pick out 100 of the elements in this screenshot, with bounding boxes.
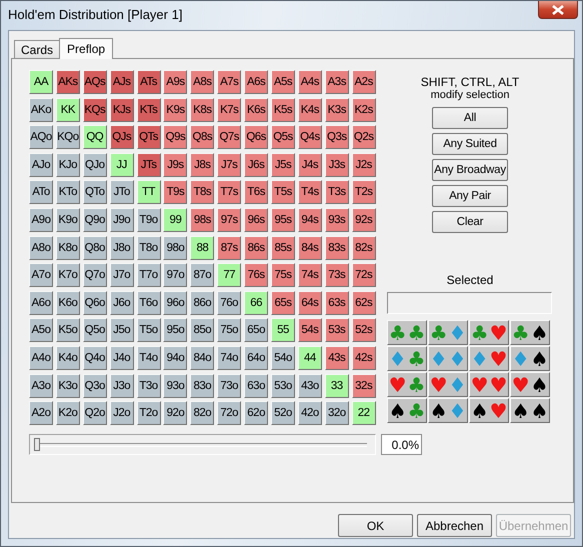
- hand-cell[interactable]: J6o: [110, 290, 134, 315]
- hand-cell[interactable]: 96o: [163, 290, 188, 315]
- hand-cell[interactable]: KK: [56, 98, 80, 122]
- hand-cell[interactable]: T8s: [190, 180, 214, 204]
- hand-cell[interactable]: 33: [324, 374, 349, 398]
- hand-cell[interactable]: 43o: [298, 374, 322, 398]
- hand-cell[interactable]: A9s: [163, 70, 188, 94]
- hand-cell[interactable]: J8o: [110, 236, 134, 260]
- hand-cell[interactable]: KJo: [56, 152, 80, 177]
- hand-cell[interactable]: T4s: [298, 180, 322, 204]
- hand-cell[interactable]: 83s: [324, 236, 349, 260]
- hand-cell[interactable]: 93o: [163, 374, 188, 398]
- hand-cell[interactable]: K3s: [324, 98, 349, 122]
- hand-cell[interactable]: 62s: [352, 290, 376, 315]
- hand-cell[interactable]: A3s: [324, 70, 349, 94]
- hand-cell[interactable]: Q2s: [352, 125, 376, 150]
- hand-cell[interactable]: 63o: [244, 374, 268, 398]
- hand-cell[interactable]: Q4o: [82, 346, 107, 370]
- hand-cell[interactable]: J3o: [110, 374, 134, 398]
- hand-cell[interactable]: 76o: [217, 290, 242, 315]
- tab[interactable]: Preflop: [59, 38, 114, 59]
- hand-cell[interactable]: 72s: [352, 263, 376, 288]
- hand-cell[interactable]: K7s: [217, 98, 242, 122]
- hand-cell[interactable]: J5s: [271, 152, 296, 177]
- hand-cell[interactable]: 97o: [163, 263, 188, 288]
- hand-cell[interactable]: 66: [244, 290, 268, 315]
- selection-button[interactable]: All: [432, 107, 508, 129]
- hand-cell[interactable]: 86s: [244, 236, 268, 260]
- hand-cell[interactable]: K5o: [56, 318, 80, 342]
- hand-cell[interactable]: KQs: [82, 98, 107, 122]
- hand-cell[interactable]: Q4s: [298, 125, 322, 150]
- hand-cell[interactable]: 54s: [298, 318, 322, 342]
- hand-cell[interactable]: T2o: [136, 401, 161, 426]
- hand-cell[interactable]: J4s: [298, 152, 322, 177]
- hand-cell[interactable]: 87o: [190, 263, 214, 288]
- hand-cell[interactable]: ATs: [136, 70, 161, 94]
- suit-combo-button[interactable]: ♠♥: [469, 398, 509, 423]
- hand-cell[interactable]: JJ: [110, 152, 134, 177]
- hand-cell[interactable]: 82o: [190, 401, 214, 426]
- hand-cell[interactable]: K5s: [271, 98, 296, 122]
- hand-cell[interactable]: K2s: [352, 98, 376, 122]
- hand-cell[interactable]: A9o: [29, 208, 53, 232]
- hand-cell[interactable]: 72o: [217, 401, 242, 426]
- hand-cell[interactable]: K9o: [56, 208, 80, 232]
- hand-cell[interactable]: Q3o: [82, 374, 107, 398]
- hand-cell[interactable]: QTs: [136, 125, 161, 150]
- hand-cell[interactable]: A7s: [217, 70, 242, 94]
- hand-cell[interactable]: A3o: [29, 374, 53, 398]
- hand-cell[interactable]: J2s: [352, 152, 376, 177]
- hand-cell[interactable]: 52o: [271, 401, 296, 426]
- hand-cell[interactable]: 83o: [190, 374, 214, 398]
- hand-cell[interactable]: 99: [163, 208, 188, 232]
- selection-button[interactable]: Any Broadway: [432, 159, 508, 181]
- hand-cell[interactable]: 53s: [324, 318, 349, 342]
- hand-cell[interactable]: A8s: [190, 70, 214, 94]
- hand-cell[interactable]: T2s: [352, 180, 376, 204]
- hand-cell[interactable]: Q7s: [217, 125, 242, 150]
- hand-cell[interactable]: A4o: [29, 346, 53, 370]
- hand-cell[interactable]: 42o: [298, 401, 322, 426]
- hand-cell[interactable]: T3s: [324, 180, 349, 204]
- hand-cell[interactable]: Q5o: [82, 318, 107, 342]
- hand-cell[interactable]: 42s: [352, 346, 376, 370]
- slider-thumb[interactable]: [34, 438, 40, 452]
- hand-cell[interactable]: A5s: [271, 70, 296, 94]
- hand-cell[interactable]: AA: [29, 70, 53, 94]
- hand-cell[interactable]: Q6o: [82, 290, 107, 315]
- range-slider[interactable]: [29, 434, 376, 456]
- hand-cell[interactable]: 93s: [324, 208, 349, 232]
- hand-cell[interactable]: 84s: [298, 236, 322, 260]
- hand-cell[interactable]: JTo: [110, 180, 134, 204]
- hand-cell[interactable]: 95o: [163, 318, 188, 342]
- hand-cell[interactable]: J4o: [110, 346, 134, 370]
- hand-cell[interactable]: A2s: [352, 70, 376, 94]
- hand-cell[interactable]: T5s: [271, 180, 296, 204]
- hand-cell[interactable]: Q3s: [324, 125, 349, 150]
- hand-cell[interactable]: A4s: [298, 70, 322, 94]
- hand-cell[interactable]: 64s: [298, 290, 322, 315]
- hand-cell[interactable]: 94s: [298, 208, 322, 232]
- hand-cell[interactable]: AJo: [29, 152, 53, 177]
- hand-cell[interactable]: J8s: [190, 152, 214, 177]
- hand-cell[interactable]: J2o: [110, 401, 134, 426]
- hand-cell[interactable]: T5o: [136, 318, 161, 342]
- close-button[interactable]: [538, 1, 578, 19]
- hand-cell[interactable]: K3o: [56, 374, 80, 398]
- hand-cell[interactable]: 98s: [190, 208, 214, 232]
- hand-cell[interactable]: 53o: [271, 374, 296, 398]
- hand-cell[interactable]: KQo: [56, 125, 80, 150]
- hand-cell[interactable]: 88: [190, 236, 214, 260]
- selected-field[interactable]: [387, 292, 552, 314]
- hand-cell[interactable]: 73s: [324, 263, 349, 288]
- hand-cell[interactable]: AKo: [29, 98, 53, 122]
- dialog-button[interactable]: Abbrechen: [417, 514, 492, 537]
- hand-cell[interactable]: T6o: [136, 290, 161, 315]
- percent-field[interactable]: 0.0%: [381, 434, 422, 456]
- hand-cell[interactable]: 55: [271, 318, 296, 342]
- hand-cell[interactable]: Q8o: [82, 236, 107, 260]
- hand-cell[interactable]: 92o: [163, 401, 188, 426]
- hand-cell[interactable]: A6o: [29, 290, 53, 315]
- dialog-button[interactable]: OK: [338, 514, 413, 537]
- hand-cell[interactable]: J3s: [324, 152, 349, 177]
